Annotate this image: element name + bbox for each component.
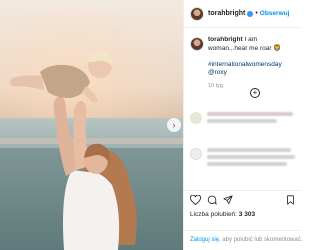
follow-button[interactable]: Obserwuj (260, 10, 290, 17)
post-photo[interactable]: › (0, 0, 183, 250)
login-prompt-text: , aby polubić lub skomentować. (219, 237, 303, 243)
likes-count: 3 303 (238, 211, 256, 218)
comment-item (190, 112, 298, 126)
post-side-panel: torahbright • Obserwuj torahbright I am … (183, 0, 303, 250)
verified-badge-icon (247, 10, 254, 17)
caption-body: torahbright I am woman...hear me roar 🦁 (208, 36, 294, 53)
caption-hashtags[interactable]: #internationalwomensday @roxy (208, 61, 300, 77)
caption-author-avatar[interactable] (190, 37, 204, 51)
comment-item (190, 148, 298, 169)
comment-text-blurred (207, 148, 295, 169)
comment-avatar[interactable] (190, 112, 202, 124)
post-caption: torahbright I am woman...hear me roar 🦁 (184, 28, 300, 53)
load-more-comments-button[interactable]: + (250, 88, 260, 98)
comment-icon[interactable] (207, 192, 217, 210)
plus-icon: + (252, 88, 258, 97)
caption-author-username[interactable]: torahbright (208, 36, 243, 43)
author-avatar[interactable] (190, 6, 204, 21)
bookmark-icon[interactable] (286, 192, 295, 210)
comment-text-blurred (207, 112, 295, 126)
comment-avatar[interactable] (190, 148, 202, 160)
action-icons (190, 192, 295, 210)
post-actions: Liczba polubień: 3 303 (184, 190, 301, 218)
likes-summary[interactable]: Liczba polubień: 3 303 (190, 211, 295, 218)
paper-plane-icon[interactable] (223, 192, 233, 210)
login-prompt: Zaloguj się, aby polubić lub skomentować… (184, 230, 303, 250)
heart-icon[interactable] (190, 192, 201, 210)
header-separator: • (255, 10, 258, 17)
post-header: torahbright • Obserwuj (184, 0, 300, 28)
author-username[interactable]: torahbright (208, 10, 245, 17)
login-link[interactable]: Zaloguj się (190, 237, 219, 243)
next-photo-button[interactable]: › (167, 118, 181, 132)
likes-label: Liczba polubień: (190, 211, 237, 218)
chevron-right-icon: › (172, 120, 176, 130)
